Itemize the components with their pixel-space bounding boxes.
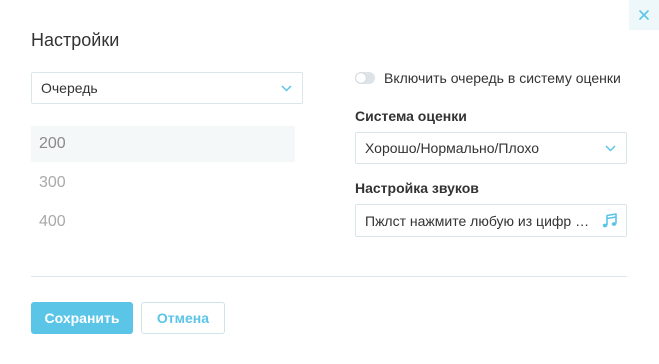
cancel-button[interactable]: Отмена bbox=[141, 302, 225, 334]
chevron-down-icon bbox=[605, 144, 616, 152]
close-button[interactable] bbox=[629, 0, 659, 30]
queue-list: 200 300 400 bbox=[31, 126, 295, 243]
sound-settings-input[interactable]: Пжлст нажмите любую из цифр 1,2,3 bbox=[355, 204, 627, 237]
rating-system-select[interactable]: Хорошо/Нормально/Плохо bbox=[355, 132, 627, 164]
chevron-down-icon bbox=[281, 84, 292, 92]
queue-select[interactable]: Очередь bbox=[31, 72, 303, 104]
dialog-title: Настройки bbox=[31, 30, 120, 50]
queue-list-item[interactable]: 200 bbox=[31, 126, 295, 162]
queue-select-value: Очередь bbox=[41, 80, 98, 96]
rating-toggle-row: Включить очередь в систему оценки bbox=[355, 70, 621, 86]
footer-divider bbox=[31, 276, 627, 277]
music-note-icon[interactable] bbox=[601, 212, 619, 230]
queue-list-item-label: 200 bbox=[39, 135, 66, 152]
rating-system-label: Система оценки bbox=[355, 108, 467, 124]
sound-settings-label: Настройка звуков bbox=[355, 180, 479, 196]
save-button[interactable]: Сохранить bbox=[31, 302, 133, 334]
sound-settings-value: Пжлст нажмите любую из цифр 1,2,3 bbox=[365, 212, 590, 229]
queue-list-item[interactable]: 400 bbox=[31, 204, 295, 240]
rating-system-value: Хорошо/Нормально/Плохо bbox=[365, 140, 540, 156]
close-icon bbox=[639, 10, 649, 20]
queue-list-item[interactable]: 300 bbox=[31, 165, 295, 201]
rating-toggle-label: Включить очередь в систему оценки bbox=[384, 70, 621, 86]
rating-toggle-switch[interactable] bbox=[355, 72, 375, 84]
queue-list-item-label: 300 bbox=[39, 174, 66, 191]
queue-list-item-label: 400 bbox=[39, 213, 66, 230]
